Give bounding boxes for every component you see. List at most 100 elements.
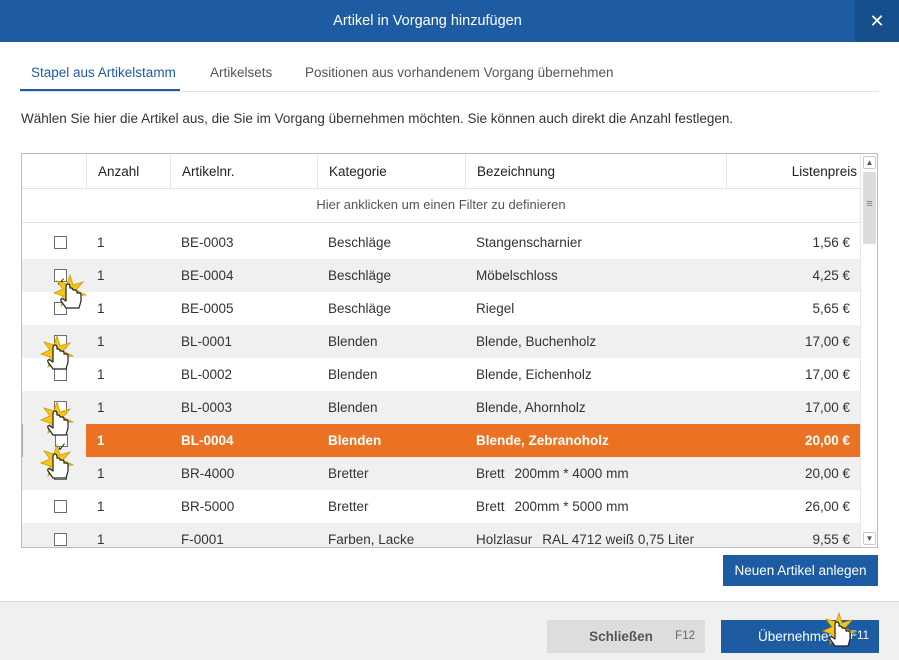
cell-listenpreis: 17,00 €	[804, 334, 850, 349]
cell-anzahl[interactable]: 1	[97, 490, 105, 523]
header-checkbox-column[interactable]	[22, 154, 86, 189]
row-checkbox[interactable]	[54, 302, 67, 315]
row-checkbox-cell	[22, 424, 86, 464]
new-article-button[interactable]: Neuen Artikel anlegen	[723, 555, 878, 586]
cell-kategorie: Beschläge	[328, 301, 392, 316]
cell-listenpreis: 4,25 €	[812, 268, 850, 283]
table-row[interactable]: 1 BL-0002 Blenden Blende, Eichenholz 17,00 €	[22, 358, 860, 391]
row-checkbox[interactable]	[54, 236, 67, 249]
tab-stapel-aus-artikelstamm[interactable]: Stapel aus Artikelstamm	[20, 58, 180, 91]
header-listenpreis[interactable]: Listenpreis	[726, 154, 860, 189]
header-anzahl[interactable]: Anzahl	[86, 154, 170, 189]
cell-anzahl[interactable]: 1	[97, 292, 105, 325]
cell-kategorie: Blenden	[328, 367, 378, 382]
cell-listenpreis: 5,65 €	[812, 301, 850, 316]
table-row[interactable]: 1 BL-0003 Blenden Blende, Ahornholz 17,00 €	[22, 391, 860, 431]
table-row[interactable]: 1 F-0001 Farben, Lacke Holzlasur RAL 4712 we…	[22, 523, 860, 547]
header-bezeichnung[interactable]: Bezeichnung	[465, 154, 726, 189]
cell-anzahl[interactable]: 1	[97, 259, 105, 292]
row-checkbox-cell	[22, 457, 86, 490]
cell-artikelnr: BE-0005	[181, 301, 234, 316]
cell-listenpreis: 20,00 €	[804, 433, 850, 448]
row-checkbox-cell	[22, 490, 86, 523]
row-checkbox[interactable]	[54, 266, 67, 299]
row-checkbox-cell	[22, 226, 86, 259]
dialog-footer: Schließen F12 Übernehmen F11	[0, 601, 899, 660]
cell-artikelnr: BE-0004	[181, 268, 234, 283]
tab-bar: Stapel aus Artikelstamm Artikelsets Posi…	[20, 58, 879, 92]
close-button-shortcut: F12	[675, 630, 695, 642]
scroll-up-icon[interactable]: ▲	[863, 156, 876, 169]
close-icon[interactable]: ✕	[855, 0, 899, 42]
cell-bezeichnung-text: Riegel	[476, 301, 515, 316]
vertical-scrollbar[interactable]: ▲ ▼	[860, 154, 877, 547]
cell-kategorie: Blenden	[328, 433, 382, 448]
cell-artikelnr: BL-0001	[181, 334, 233, 349]
close-button[interactable]: Schließen F12	[547, 620, 705, 653]
row-checkbox-cell	[22, 391, 86, 431]
cell-artikelnr: F-0001	[181, 532, 224, 547]
cell-kategorie: Beschläge	[328, 235, 392, 250]
header-kategorie[interactable]: Kategorie	[317, 154, 465, 189]
table-row[interactable]: 1 BL-0004 Blenden Blende, Zebranoholz 20,00 …	[22, 424, 860, 464]
cell-listenpreis: 20,00 €	[804, 466, 850, 481]
cell-bezeichnung: Brett 200mm * 5000 mm	[476, 490, 629, 523]
table-row[interactable]: 1 BE-0004 Beschläge Möbelschloss 4,25 €	[22, 259, 860, 299]
cell-bezeichnung: Blende, Ahornholz	[476, 391, 586, 424]
row-checkbox-cell	[22, 259, 86, 299]
cell-bezeichnung-text: Blende, Zebranoholz	[476, 433, 609, 448]
table-row[interactable]: 1 BE-0005 Beschläge Riegel 5,65 €	[22, 292, 860, 325]
cell-listenpreis: 17,00 €	[804, 400, 850, 415]
cell-bezeichnung: Riegel	[476, 292, 514, 325]
row-checkbox-cell	[22, 292, 86, 325]
cell-anzahl[interactable]: 1	[97, 424, 105, 457]
cell-artikelnr: BR-4000	[181, 466, 235, 481]
article-grid: Anzahl Artikelnr. Kategorie Bezeichnung …	[21, 153, 878, 548]
table-row[interactable]: 1 BR-4000 Bretter Brett 200mm * 4000 mm 20,00…	[22, 457, 860, 490]
accept-button[interactable]: Übernehmen F11	[721, 620, 879, 653]
row-checkbox[interactable]	[55, 431, 68, 464]
cell-bezeichnung-text: Stangenscharnier	[476, 235, 582, 250]
dialog-title: Artikel in Vorgang hinzufügen	[333, 13, 522, 29]
tab-positionen-uebernehmen[interactable]: Positionen aus vorhandenem Vorgang übern…	[305, 58, 613, 91]
row-checkbox[interactable]	[54, 533, 67, 546]
table-row[interactable]: 1 BE-0003 Beschläge Stangenscharnier 1,56 €	[22, 226, 860, 259]
row-checkbox[interactable]	[54, 398, 67, 431]
cell-kategorie: Bretter	[328, 499, 369, 514]
row-checkbox-cell	[22, 325, 86, 365]
cell-bezeichnung-ext: 200mm * 5000 mm	[514, 499, 629, 514]
table-row[interactable]: 1 BL-0001 Blenden Blende, Buchenholz 17,00 €	[22, 325, 860, 365]
cell-bezeichnung-text: Brett	[476, 466, 505, 481]
cell-anzahl[interactable]: 1	[97, 226, 105, 259]
cell-artikelnr: BL-0003	[181, 400, 233, 415]
cell-kategorie: Farben, Lacke	[328, 532, 415, 547]
filter-row[interactable]: Hier anklicken um einen Filter zu defini…	[22, 189, 860, 223]
header-artikelnr[interactable]: Artikelnr.	[170, 154, 317, 189]
cell-anzahl[interactable]: 1	[97, 325, 105, 358]
cell-listenpreis: 1,56 €	[812, 235, 850, 250]
cell-anzahl[interactable]: 1	[97, 391, 105, 424]
row-checkbox[interactable]	[54, 500, 67, 513]
cell-artikelnr: BE-0003	[181, 235, 234, 250]
table-row[interactable]: 1 BR-5000 Bretter Brett 200mm * 5000 mm 26,00…	[22, 490, 860, 523]
row-checkbox[interactable]	[54, 332, 67, 365]
cell-bezeichnung-ext: RAL 4712 weiß 0,75 Liter	[542, 532, 695, 547]
tab-artikelsets[interactable]: Artikelsets	[210, 58, 272, 91]
instruction-text: Wählen Sie hier die Artikel aus, die Sie…	[21, 111, 734, 126]
accept-button-label: Übernehmen	[757, 629, 837, 644]
cell-bezeichnung: Möbelschloss	[476, 259, 558, 292]
row-checkbox[interactable]	[54, 368, 67, 381]
cell-anzahl[interactable]: 1	[97, 358, 105, 391]
cell-bezeichnung: Blende, Buchenholz	[476, 325, 596, 358]
cell-anzahl[interactable]: 1	[97, 523, 105, 547]
cell-kategorie: Beschläge	[328, 268, 392, 283]
cell-bezeichnung-text: Möbelschloss	[476, 268, 558, 283]
cell-anzahl[interactable]: 1	[97, 457, 105, 490]
scroll-down-icon[interactable]: ▼	[863, 532, 876, 545]
cell-kategorie: Blenden	[328, 400, 378, 415]
cell-bezeichnung-text: Blende, Buchenholz	[476, 334, 597, 349]
scroll-thumb[interactable]	[863, 172, 876, 244]
cell-bezeichnung-text: Holzlasur	[476, 532, 533, 547]
row-checkbox[interactable]	[54, 467, 67, 480]
cell-bezeichnung: Holzlasur RAL 4712 weiß 0,75 Liter	[476, 523, 695, 547]
